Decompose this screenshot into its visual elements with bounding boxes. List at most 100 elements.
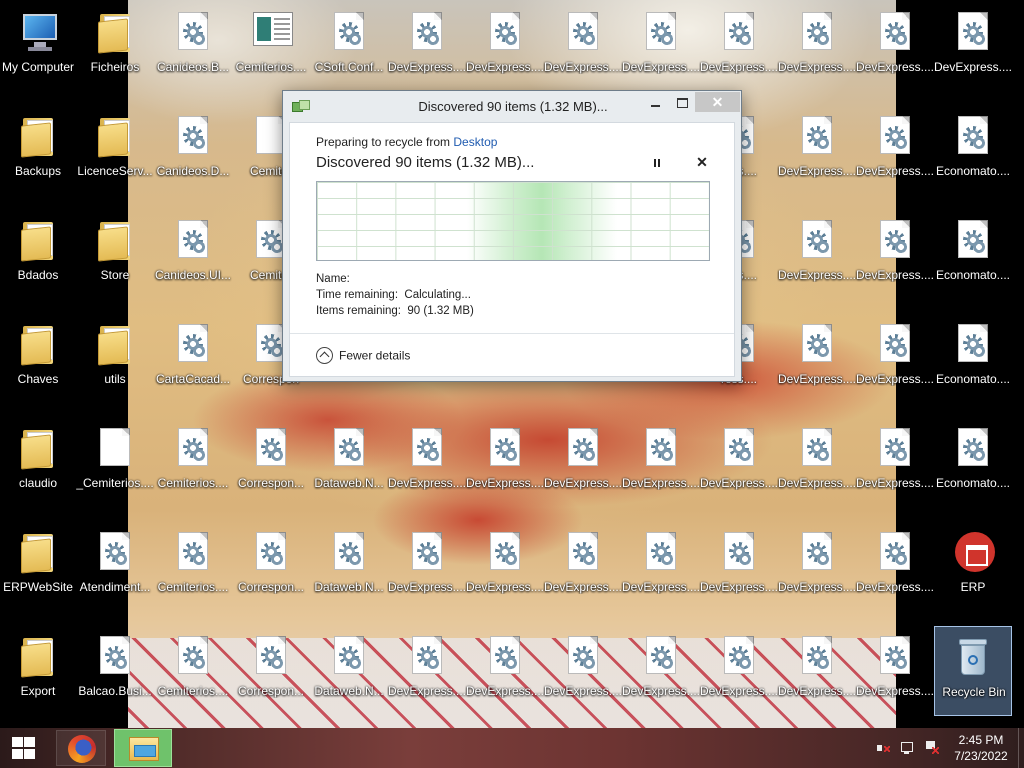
desktop-icon[interactable]: DevExpress.... (856, 210, 934, 300)
minimize-button[interactable] (641, 92, 669, 112)
icon-part (334, 636, 364, 674)
desktop-icon[interactable]: DevExpress.... (700, 626, 778, 716)
desktop-icon[interactable]: DevExpress.... (622, 626, 700, 716)
maximize-button[interactable] (669, 92, 695, 112)
icon-part (724, 12, 754, 50)
start-button[interactable] (0, 728, 48, 768)
desktop-icon[interactable]: DevExpress.... (622, 418, 700, 508)
icon-part (646, 12, 676, 50)
desktop-icon[interactable]: DevExpress.... (778, 2, 856, 92)
network-icon[interactable] (900, 740, 916, 756)
desktop-icon[interactable]: Bdados (0, 210, 77, 300)
desktop-icon[interactable]: DevExpress.... (544, 418, 622, 508)
desktop-icon[interactable]: DevExpress.... (856, 106, 934, 196)
desktop-icon[interactable]: DevExpress.... (778, 522, 856, 612)
desktop-icon[interactable]: DevExpress.... (856, 418, 934, 508)
desktop-icon[interactable]: Cemiterios.... (154, 626, 232, 716)
close-button[interactable]: ✕ (695, 92, 740, 112)
desktop-icon[interactable]: DevExpress.... (466, 2, 544, 92)
desktop-icon-label: DevExpress.... (855, 684, 935, 698)
icon-part (661, 449, 673, 461)
desktop-icon[interactable]: Dataweb.N... (310, 522, 388, 612)
desktop-icon[interactable]: DevExpress.... (544, 2, 622, 92)
desktop-icon[interactable]: Economato.... (934, 210, 1012, 300)
desktop-icon[interactable]: DevExpress.... (466, 626, 544, 716)
icon-part (21, 434, 51, 470)
desktop-icon[interactable]: DevExpress.... (856, 522, 934, 612)
desktop-icon[interactable]: DevExpress.... (544, 522, 622, 612)
desktop-icon[interactable]: ERP (934, 522, 1012, 612)
desktop-icon[interactable]: Dataweb.N... (310, 626, 388, 716)
desktop-icon[interactable]: DevExpress.... (388, 2, 466, 92)
icon-part (568, 12, 598, 50)
desktop-icon[interactable]: DevExpress.... (778, 626, 856, 716)
desktop-icon[interactable]: DevExpress.... (856, 2, 934, 92)
desktop-icon[interactable]: DevExpress.... (388, 626, 466, 716)
desktop-icon[interactable]: DevExpress.... (934, 2, 1012, 92)
desktop-icon[interactable]: utils (76, 314, 154, 404)
desktop-icon[interactable]: Cemiterios.... (154, 418, 232, 508)
desktop-icon[interactable]: Store (76, 210, 154, 300)
fewer-details-toggle[interactable]: Fewer details (316, 347, 410, 367)
desktop-icon[interactable]: Economato.... (934, 418, 1012, 508)
icon-part (895, 33, 907, 45)
desktop-icon[interactable]: DevExpress.... (622, 2, 700, 92)
dialog-titlebar[interactable]: Discovered 90 items (1.32 MB)... ✕ (283, 91, 741, 121)
desktop-icon-label: Recycle Bin (942, 685, 1006, 699)
desktop-icon[interactable]: DevExpress.... (466, 418, 544, 508)
desktop-icon[interactable]: Economato.... (934, 106, 1012, 196)
desktop-icon[interactable]: DevExpress.... (700, 418, 778, 508)
desktop-icon[interactable]: DevExpress.... (700, 522, 778, 612)
desktop-icon[interactable]: Canideos.D... (154, 106, 232, 196)
volume-muted-icon[interactable] (876, 740, 892, 756)
clock[interactable]: 2:45 PM 7/23/2022 (950, 732, 1012, 764)
desktop-icon[interactable]: DevExpress.... (700, 2, 778, 92)
desktop-icon[interactable]: Atendiment... (76, 522, 154, 612)
desktop-icon[interactable]: DevExpress.... (544, 626, 622, 716)
desktop-icon[interactable]: DevExpress.... (856, 314, 934, 404)
desktop-icon[interactable]: Backups (0, 106, 77, 196)
desktop-icon[interactable]: DevExpress.... (778, 210, 856, 300)
icon-part (802, 532, 832, 570)
desktop-icon[interactable]: DevExpress.... (856, 626, 934, 716)
desktop-icon[interactable]: Correspon... (232, 626, 310, 716)
desktop-icon[interactable]: Ficheiros (76, 2, 154, 92)
desktop-icon[interactable]: Correspon... (232, 418, 310, 508)
desktop-icon[interactable]: CSoft.Conf... (310, 2, 388, 92)
folder-icon (97, 12, 133, 54)
desktop-icon[interactable]: DevExpress.... (466, 522, 544, 612)
desktop-icon-label: DevExpress.... (699, 580, 779, 594)
desktop-icon[interactable]: Dataweb.N... (310, 418, 388, 508)
desktop-icon[interactable]: ERPWebSite (0, 522, 77, 612)
desktop-icon[interactable]: DevExpress.... (778, 106, 856, 196)
desktop-icon[interactable]: Export (0, 626, 77, 716)
desktop-icon[interactable]: DevExpress.... (778, 314, 856, 404)
desktop-icon[interactable]: Cemiterios.... (154, 522, 232, 612)
desktop-icon[interactable]: _Cemiterios.... (76, 418, 154, 508)
taskbar-file-explorer[interactable] (114, 729, 172, 767)
desktop-icon[interactable]: LicenceServ... (76, 106, 154, 196)
show-desktop-button[interactable] (1018, 728, 1024, 768)
cancel-operation-button[interactable]: ✕ (694, 154, 710, 170)
desktop-icon[interactable]: DevExpress.... (388, 418, 466, 508)
desktop-icon[interactable]: DevExpress.... (388, 522, 466, 612)
taskbar-firefox[interactable] (56, 730, 106, 766)
desktop-icon[interactable]: Chaves (0, 314, 77, 404)
desktop-icon[interactable]: Canideos.B... (154, 2, 232, 92)
pause-icon[interactable] (650, 156, 664, 170)
desktop-icon-label: utils (104, 372, 126, 386)
desktop-icon[interactable]: Economato.... (934, 314, 1012, 404)
desktop-icon[interactable]: My Computer (0, 2, 77, 92)
desktop-icon[interactable]: claudio (0, 418, 77, 508)
desktop-icon[interactable]: DevExpress.... (622, 522, 700, 612)
desktop-icon[interactable]: Balcao.Busi... (76, 626, 154, 716)
desktop-icon[interactable]: Canideos.UI... (154, 210, 232, 300)
desktop-icon[interactable]: CartaCacad... (154, 314, 232, 404)
desktop-icon[interactable]: Recycle Bin (934, 626, 1012, 716)
source-location-link[interactable]: Desktop (453, 135, 497, 149)
desktop-icon[interactable]: Cemiterios.... (232, 2, 310, 92)
icon-part (178, 532, 208, 570)
desktop-icon[interactable]: Correspon... (232, 522, 310, 612)
action-center-flag-icon[interactable] (924, 740, 940, 756)
desktop-icon[interactable]: DevExpress.... (778, 418, 856, 508)
